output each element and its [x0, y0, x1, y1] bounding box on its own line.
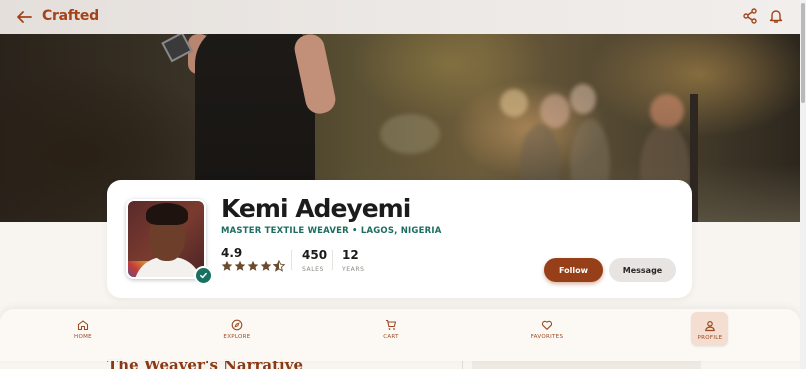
message-button[interactable]: Message [609, 258, 676, 282]
share-icon[interactable] [742, 8, 758, 24]
star-icon [247, 260, 259, 271]
profile-card: Kemi Adeyemi MASTER TEXTILE WEAVER • LAG… [107, 180, 692, 298]
stat-value: 450 [302, 248, 328, 262]
stat-label: YEARS [342, 266, 365, 273]
nav-label: PROFILE [697, 335, 723, 341]
app-bar: Crafted [0, 0, 800, 34]
stat-divider [291, 250, 292, 270]
star-icon [234, 260, 246, 271]
stat-years: 12 YEARS [342, 248, 365, 273]
nav-item-explore[interactable]: EXPLORE [197, 319, 277, 340]
star-icon [221, 260, 233, 271]
avatar[interactable] [126, 199, 206, 279]
stat-value: 12 [342, 248, 359, 262]
heart-icon [541, 320, 553, 330]
nav-label: FAVORITES [530, 334, 564, 340]
app-brand[interactable]: Crafted [42, 8, 99, 24]
profile-name: Kemi Adeyemi [221, 194, 411, 223]
nav-item-cart[interactable]: CART [351, 319, 431, 340]
cart-icon [386, 319, 397, 330]
person-icon [705, 320, 715, 332]
rating-stars [221, 260, 285, 272]
star-half-icon [273, 260, 285, 272]
nav-item-favorites[interactable]: FAVORITES [507, 319, 587, 340]
nav-item-profile[interactable]: PROFILE [670, 320, 750, 341]
stat-sales: 450 SALES [302, 248, 327, 273]
star-icon [260, 260, 272, 271]
arrow-left-icon[interactable] [15, 9, 33, 25]
follow-button[interactable]: Follow [544, 258, 603, 282]
compass-icon [231, 319, 243, 331]
nav-label: EXPLORE [223, 334, 251, 340]
scrollbar-thumb[interactable] [801, 3, 805, 103]
nav-label: HOME [74, 334, 92, 340]
home-icon [77, 320, 89, 331]
bottom-nav: HOME EXPLORE CART FAVORITES PROFILE [0, 309, 800, 361]
verified-check-icon [194, 266, 213, 285]
profile-subtitle: MASTER TEXTILE WEAVER • LAGOS, NIGERIA [221, 226, 442, 236]
nav-item-home[interactable]: HOME [43, 319, 123, 340]
stat-label: SALES [302, 266, 324, 273]
bell-icon[interactable] [768, 8, 784, 24]
rating-value: 4.9 [221, 246, 243, 260]
nav-label: CART [383, 334, 399, 340]
stat-divider [332, 250, 333, 270]
